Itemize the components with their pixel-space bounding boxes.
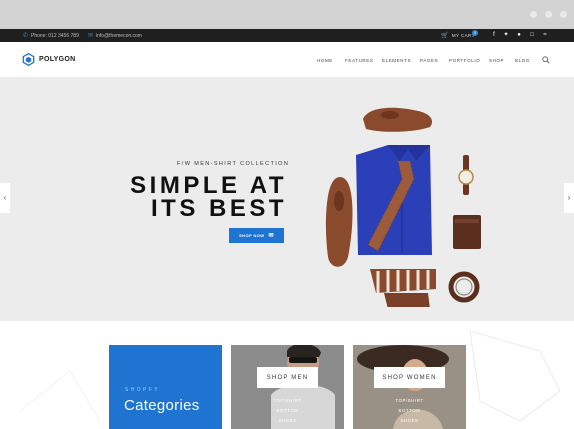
men-link-topshirt[interactable]: TOP/SHIRT bbox=[231, 396, 344, 406]
window-dot-icon[interactable] bbox=[560, 11, 567, 18]
phone-icon: ✆ bbox=[23, 33, 29, 39]
leather-belt bbox=[448, 271, 480, 303]
top-bar: ✆ Phone: 012 3456 789 ✉ info@themecon.co… bbox=[0, 29, 574, 42]
blue-shirt bbox=[356, 145, 432, 255]
brown-shoe-top bbox=[363, 107, 433, 132]
site-header: POLYGON HOME FEATURES ELEMENTS PAGES POR… bbox=[0, 42, 574, 77]
brown-shoe-left bbox=[325, 177, 353, 267]
nav-portfolio[interactable]: PORTFOLIO bbox=[449, 58, 480, 63]
nav-features[interactable]: FEATURES bbox=[345, 58, 373, 63]
shop-now-button[interactable]: SHOP NOW ✉ bbox=[229, 228, 284, 243]
brand-logo[interactable]: POLYGON bbox=[22, 53, 75, 66]
cart-count-badge: 0 bbox=[472, 30, 478, 36]
window-dot-icon[interactable] bbox=[530, 11, 537, 18]
categories-tile[interactable]: SHOPFY Categories bbox=[109, 345, 222, 429]
brand-name: POLYGON bbox=[39, 56, 76, 63]
product-flatlay-image bbox=[325, 107, 481, 307]
shop-men-links: TOP/SHIRT BOTTOM SHOES bbox=[231, 396, 344, 426]
hero-subtitle: F/W MEN-SHIRT COLLECTION bbox=[177, 161, 290, 167]
women-link-topshirt[interactable]: TOP/SHIRT bbox=[353, 396, 466, 406]
nav-shop[interactable]: SHOP bbox=[489, 58, 504, 63]
twitter-icon[interactable]: ✦ bbox=[502, 31, 510, 40]
categories-kicker: SHOPFY bbox=[125, 387, 160, 393]
browser-chrome bbox=[0, 0, 574, 29]
women-link-bottom[interactable]: BOTTOM bbox=[353, 406, 466, 416]
nav-blog[interactable]: BLOG bbox=[515, 58, 530, 63]
phone-text: Phone: 012 3456 789 bbox=[31, 32, 79, 39]
leather-wallet bbox=[453, 215, 481, 249]
facebook-icon[interactable]: f bbox=[490, 31, 498, 40]
nav-home[interactable]: HOME bbox=[317, 58, 333, 63]
instagram-icon[interactable]: □ bbox=[528, 31, 536, 40]
striped-socks bbox=[370, 269, 436, 307]
men-link-bottom[interactable]: BOTTOM bbox=[231, 406, 344, 416]
wrist-watch bbox=[458, 155, 474, 195]
email-contact[interactable]: ✉ info@themecon.com bbox=[88, 32, 142, 40]
nav-elements[interactable]: ELEMENTS bbox=[382, 58, 411, 63]
phone-contact[interactable]: ✆ Phone: 012 3456 789 bbox=[23, 32, 79, 40]
email-text: info@themecon.com bbox=[96, 32, 142, 39]
rss-icon[interactable]: ≈ bbox=[541, 31, 549, 40]
shop-women-tile[interactable]: SHOP WOMEN TOP/SHIRT BOTTOM SHOES bbox=[353, 345, 466, 429]
shop-men-label[interactable]: SHOP MEN bbox=[257, 367, 318, 388]
categories-title: Categories bbox=[124, 397, 200, 414]
men-link-shoes[interactable]: SHOES bbox=[231, 416, 344, 426]
shop-men-tile[interactable]: SHOP MEN TOP/SHIRT BOTTOM SHOES bbox=[231, 345, 344, 429]
cart-link[interactable]: 🛒 MY CART bbox=[441, 32, 475, 39]
pinterest-icon[interactable]: ● bbox=[515, 31, 523, 40]
polygon-logo-icon bbox=[22, 53, 35, 66]
women-link-shoes[interactable]: SHOES bbox=[353, 416, 466, 426]
search-icon[interactable] bbox=[542, 56, 550, 64]
window-dot-icon[interactable] bbox=[545, 11, 552, 18]
mail-icon: ✉ bbox=[268, 233, 274, 239]
shop-women-links: TOP/SHIRT BOTTOM SHOES bbox=[353, 396, 466, 426]
categories-section: SHOPFY Categories SHOP MEN TOP/SHIRT BOT… bbox=[0, 321, 574, 429]
cart-icon: 🛒 bbox=[441, 33, 449, 39]
mail-icon: ✉ bbox=[88, 33, 94, 39]
hero-slider: ‹ › F/W MEN-SHIRT COLLECTION SIMPLE AT I… bbox=[0, 77, 574, 321]
nav-pages[interactable]: PAGES bbox=[420, 58, 438, 63]
slider-next-arrow-icon[interactable]: › bbox=[564, 183, 574, 213]
shop-now-label: SHOP NOW bbox=[239, 233, 265, 238]
shop-women-label[interactable]: SHOP WOMEN bbox=[374, 367, 445, 388]
hero-headline-line2: ITS BEST bbox=[150, 195, 287, 222]
